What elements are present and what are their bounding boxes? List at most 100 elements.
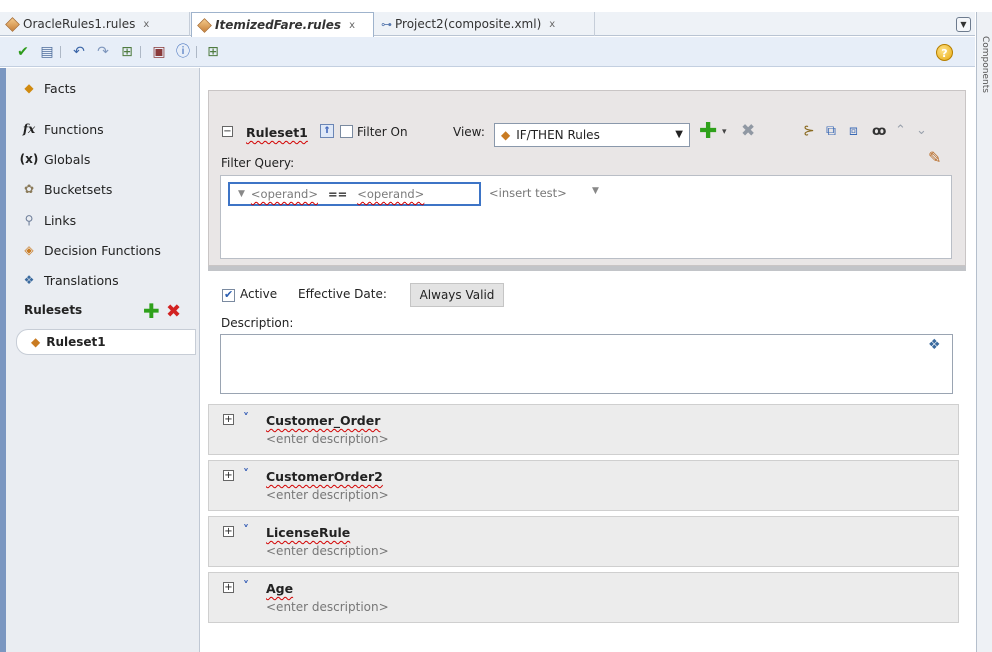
close-icon[interactable]: x — [143, 19, 149, 30]
composite-icon[interactable]: ⊞ — [118, 44, 136, 60]
chevron-down-icon[interactable]: ▼ — [592, 186, 599, 196]
delete-rule-icon[interactable]: ✖ — [741, 121, 755, 141]
rules-file-icon — [5, 16, 20, 32]
panel-divider[interactable] — [208, 266, 966, 271]
paste-icon[interactable]: ⧈ — [849, 123, 858, 139]
toolbar-separator — [140, 46, 141, 58]
validate-check-icon[interactable]: ✔ — [14, 44, 32, 60]
chevron-down-icon[interactable]: ▼ — [238, 189, 245, 199]
sidebar-item-label: Decision Functions — [44, 242, 161, 258]
info-icon[interactable]: ⓘ — [174, 44, 192, 60]
help-icon[interactable]: ? — [936, 44, 953, 61]
rule-description[interactable]: <enter description> — [266, 600, 389, 614]
active-checkbox[interactable] — [222, 288, 235, 302]
rule-name[interactable]: CustomerOrder2 — [266, 469, 383, 484]
rule-card[interactable]: + ˅ Age <enter description> — [208, 572, 959, 623]
chevron-down-icon[interactable]: ˅ — [243, 579, 249, 593]
expand-rule-icon[interactable]: + — [223, 526, 234, 537]
expand-rule-icon[interactable]: + — [223, 470, 234, 481]
rule-name[interactable]: Customer_Order — [266, 413, 380, 428]
bucketsets-icon: ✿ — [23, 182, 35, 196]
tab-itemizedfare[interactable]: ItemizedFare.rules x — [191, 12, 374, 37]
sidebar-item-decision-functions[interactable]: ◈ Decision Functions — [20, 239, 161, 261]
chevron-down-icon[interactable]: ˅ — [243, 467, 249, 481]
composite2-icon[interactable]: ⊞ — [204, 44, 222, 60]
report-icon[interactable]: ▣ — [150, 44, 168, 60]
rule-card[interactable]: + ˅ CustomerOrder2 <enter description> — [208, 460, 959, 511]
collapse-ruleset-icon[interactable]: − — [222, 126, 233, 137]
fx-icon: fx — [22, 122, 36, 136]
right-panel-strip[interactable] — [976, 12, 992, 652]
rules-file-icon — [197, 17, 212, 33]
description-field[interactable] — [220, 334, 953, 394]
view-select-value: IF/THEN Rules — [516, 128, 600, 142]
chevron-down-icon[interactable]: ˅ — [243, 523, 249, 537]
glasses-icon[interactable]: ꝏ — [872, 124, 886, 139]
toolbar-separator — [196, 46, 197, 58]
sidebar-item-translations[interactable]: ❖ Translations — [20, 269, 119, 291]
sidebar-item-label: Links — [44, 212, 77, 228]
sidebar-item-label: Globals — [44, 151, 91, 167]
operator[interactable]: == — [328, 187, 347, 201]
ruleset-list-item[interactable]: ◆ Ruleset1 — [16, 329, 196, 355]
navigator-edge-bar — [0, 68, 6, 652]
tree-icon[interactable]: ⊱ — [803, 123, 815, 139]
rule-name[interactable]: Age — [266, 581, 293, 596]
move-up-icon[interactable]: ⌃ — [895, 123, 906, 138]
tab-label: OracleRules1.rules — [23, 17, 136, 31]
filter-test-expression[interactable]: ▼ <operand> == <operand> — [228, 182, 481, 206]
rule-card[interactable]: + ˅ Customer_Order <enter description> — [208, 404, 959, 455]
right-operand[interactable]: <operand> — [357, 187, 424, 201]
sidebar-item-facts[interactable]: ◆ Facts — [20, 77, 76, 99]
left-operand[interactable]: <operand> — [251, 187, 318, 201]
tab-label: Project2(composite.xml) — [395, 17, 542, 31]
tab-project2-composite[interactable]: ⊶ Project2(composite.xml) x — [375, 12, 595, 36]
add-ruleset-icon[interactable]: ✚ — [143, 301, 160, 321]
sidebar-item-globals[interactable]: (x) Globals — [20, 148, 91, 170]
book-icon[interactable]: ▤ — [38, 44, 56, 60]
undo-icon[interactable]: ↶ — [70, 44, 88, 60]
translations-icon: ❖ — [23, 273, 35, 287]
sidebar-item-links[interactable]: ⚲ Links — [20, 209, 77, 231]
ruleset-name[interactable]: Ruleset1 — [246, 125, 308, 140]
delete-ruleset-icon[interactable]: ✖ — [166, 303, 181, 321]
sidebar-item-label: Functions — [44, 121, 104, 137]
rule-description[interactable]: <enter description> — [266, 544, 389, 558]
sidebar-item-label: Translations — [44, 272, 119, 288]
sidebar-item-label: Facts — [44, 80, 76, 96]
close-icon[interactable]: x — [349, 20, 355, 31]
view-select[interactable]: ◆ IF/THEN Rules ▼ — [494, 123, 690, 147]
tab-oraclerules1[interactable]: OracleRules1.rules x — [0, 12, 190, 36]
rules-view-icon: ◆ — [501, 128, 511, 142]
add-rule-dropdown-icon[interactable]: ▾ — [722, 127, 727, 137]
description-label: Description: — [221, 316, 294, 330]
active-label: Active — [240, 287, 278, 301]
translation-icon[interactable]: ❖ — [928, 337, 941, 353]
expand-all-icon[interactable]: ⇑ — [320, 124, 334, 138]
facts-icon: ◆ — [24, 81, 34, 95]
tab-label: ItemizedFare.rules — [215, 18, 342, 32]
redo-icon[interactable]: ↷ — [94, 44, 112, 60]
add-rule-icon[interactable]: ✚ — [699, 119, 717, 144]
eraser-icon[interactable]: ✎ — [928, 148, 941, 167]
chevron-down-icon[interactable]: ˅ — [243, 411, 249, 425]
effective-date-button[interactable]: Always Valid — [410, 283, 504, 307]
effective-date-label: Effective Date: — [298, 287, 387, 301]
right-panel-label: Components — [980, 36, 990, 93]
filter-query-label: Filter Query: — [221, 156, 295, 170]
filter-on-checkbox[interactable] — [340, 125, 353, 138]
close-icon[interactable]: x — [549, 19, 555, 30]
rule-card[interactable]: + ˅ LicenseRule <enter description> — [208, 516, 959, 567]
sidebar-item-functions[interactable]: fx Functions — [20, 118, 104, 140]
rulesets-heading: Rulesets — [24, 303, 83, 317]
rule-description[interactable]: <enter description> — [266, 488, 389, 502]
copy-icon[interactable]: ⧉ — [826, 123, 836, 139]
expand-rule-icon[interactable]: + — [223, 582, 234, 593]
rule-name[interactable]: LicenseRule — [266, 525, 350, 540]
insert-test-link[interactable]: <insert test> — [489, 186, 567, 200]
sidebar-item-bucketsets[interactable]: ✿ Bucketsets — [20, 178, 112, 200]
rule-description[interactable]: <enter description> — [266, 432, 389, 446]
expand-rule-icon[interactable]: + — [223, 414, 234, 425]
tab-list-dropdown-icon[interactable]: ▼ — [956, 17, 971, 32]
move-down-icon[interactable]: ⌄ — [916, 123, 927, 138]
